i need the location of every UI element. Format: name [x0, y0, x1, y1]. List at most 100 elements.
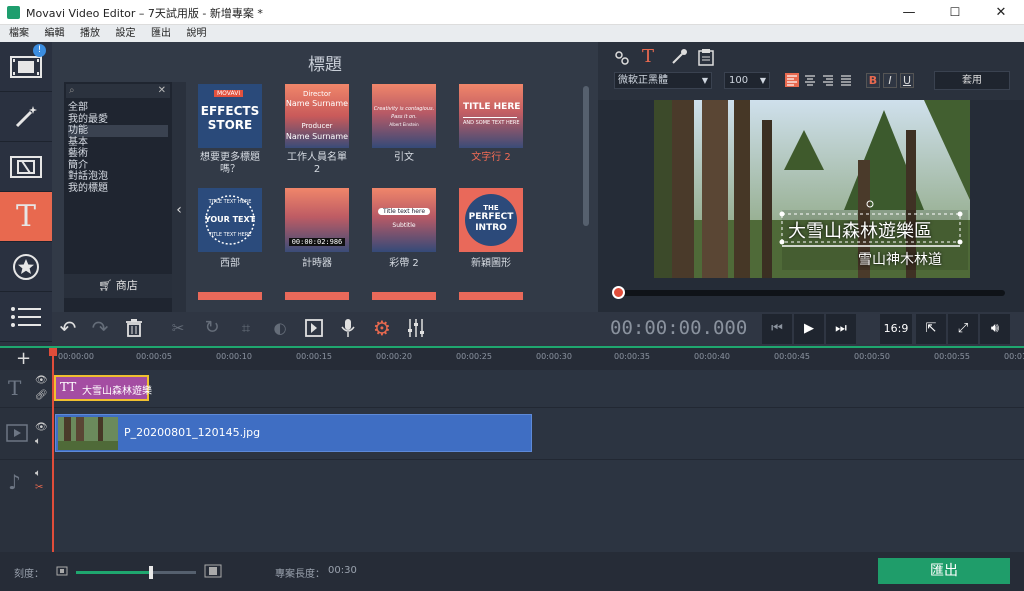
- title-thumb-credits[interactable]: Director Name Surname Producer Name Surn…: [285, 84, 349, 148]
- category-art[interactable]: 藝術: [68, 148, 168, 160]
- title-thumb-quote[interactable]: Creativity is contagious. Pass it on. Al…: [372, 84, 436, 148]
- maximize-button[interactable]: ☐: [932, 0, 978, 25]
- import-media-button[interactable]: !: [0, 42, 52, 92]
- title-thumb-row3-4[interactable]: [459, 292, 523, 300]
- title-clip[interactable]: TT 大雪山森林遊樂: [54, 375, 152, 401]
- seek-bar[interactable]: [616, 290, 1005, 296]
- stickers-button[interactable]: [0, 242, 52, 292]
- font-select[interactable]: 微軟正黑體 ▼: [614, 72, 712, 89]
- project-length-label: 專案長度：: [275, 569, 325, 580]
- preview-title-line2[interactable]: 雪山神木林道: [858, 249, 942, 269]
- video-track-header: 👁︎ 🔈︎: [0, 408, 52, 460]
- eye-icon[interactable]: 👁︎: [35, 422, 48, 433]
- aspect-ratio-button[interactable]: 16:9: [880, 314, 912, 344]
- playback-bar: 00:00:00.000 ⏮ ▶ ⏭ 16:9 ⇱ ⤢ 🔊︎: [598, 312, 1024, 346]
- play-button[interactable]: ▶: [794, 314, 824, 344]
- title-thumb-perfect-intro[interactable]: THE PERFECT INTRO: [459, 188, 523, 252]
- title-thumb-ribbon[interactable]: Title text here Subtitle: [372, 188, 436, 252]
- category-speech-bubbles[interactable]: 對話泡泡: [68, 171, 168, 183]
- cart-icon: 🛒︎: [98, 279, 116, 292]
- next-frame-button[interactable]: ⏭: [826, 314, 856, 344]
- unlink-icon[interactable]: ✂︎: [35, 482, 43, 493]
- speaker-icon[interactable]: 🔈︎: [35, 468, 41, 479]
- video-track-icon: [6, 424, 28, 442]
- link-icon[interactable]: 🔗︎: [35, 390, 48, 401]
- filters-button[interactable]: [0, 92, 52, 142]
- title-clip-icon: TT: [60, 380, 77, 394]
- menu-file[interactable]: 檔案: [9, 25, 29, 42]
- color-adjust-icon[interactable]: ◐: [266, 314, 294, 342]
- speaker-icon[interactable]: 🔈︎: [35, 436, 41, 447]
- bold-button[interactable]: B: [866, 73, 880, 88]
- more-tools-button[interactable]: [0, 292, 52, 342]
- timeline-ruler[interactable]: + 00:00:00 00:00:05 00:00:10 00:00:15 00…: [0, 346, 1024, 370]
- title-thumb-text-line[interactable]: TITLE HERE AND SOME TEXT HERE: [459, 84, 523, 148]
- zoom-in-icon[interactable]: [204, 564, 222, 578]
- clip-properties-icon[interactable]: [614, 50, 630, 66]
- category-all[interactable]: 全部: [68, 102, 168, 114]
- category-intro[interactable]: 簡介: [68, 160, 168, 172]
- tick-label: 00:00:15: [296, 352, 332, 361]
- collapse-panel-button[interactable]: ‹: [172, 82, 186, 338]
- transition-wizard-icon[interactable]: [300, 314, 328, 342]
- category-features[interactable]: 功能: [68, 125, 168, 137]
- equalizer-icon[interactable]: [402, 314, 430, 342]
- title-thumb-row3-1[interactable]: [198, 292, 262, 300]
- video-clip[interactable]: P_20200801_120145.jpg: [55, 414, 532, 452]
- underline-button[interactable]: U: [900, 73, 914, 88]
- category-my-titles[interactable]: 我的標題: [68, 183, 168, 195]
- clipboard-icon[interactable]: [698, 48, 714, 66]
- text-track-icon: T: [8, 376, 22, 400]
- italic-button[interactable]: I: [883, 73, 897, 88]
- title-thumb-timer[interactable]: 00:00:02:986: [285, 188, 349, 252]
- settings-gear-icon[interactable]: ⚙: [368, 314, 396, 342]
- minimize-button[interactable]: —: [886, 0, 932, 25]
- panel-scrollbar[interactable]: [583, 86, 589, 226]
- close-button[interactable]: ✕: [978, 0, 1024, 25]
- apply-button[interactable]: 套用: [934, 71, 1010, 90]
- font-size-select[interactable]: 100 ▼: [724, 72, 770, 89]
- playhead-handle[interactable]: [49, 348, 57, 356]
- rotate-icon[interactable]: ↻: [198, 314, 226, 342]
- crop-icon[interactable]: ⌗: [232, 314, 260, 342]
- microphone-icon[interactable]: [334, 314, 362, 342]
- previous-frame-button[interactable]: ⏮: [762, 314, 792, 344]
- menu-export[interactable]: 匯出: [151, 25, 171, 42]
- category-search-input[interactable]: ⌕ ✕: [66, 84, 170, 98]
- video-preview[interactable]: 大雪山森林遊樂區 雪山神木林道: [654, 100, 970, 278]
- cut-icon[interactable]: ✂: [164, 314, 192, 342]
- menu-settings[interactable]: 設定: [116, 25, 136, 42]
- undo-button[interactable]: ↶: [54, 314, 82, 342]
- seek-handle[interactable]: [612, 286, 625, 299]
- color-picker-icon[interactable]: [670, 48, 688, 66]
- title-clip-label: 大雪山森林遊樂: [82, 386, 152, 397]
- fullscreen-icon[interactable]: ⤢: [948, 314, 978, 344]
- category-basic[interactable]: 基本: [68, 137, 168, 149]
- playhead[interactable]: [52, 350, 54, 552]
- export-button[interactable]: 匯出: [878, 558, 1010, 584]
- delete-button[interactable]: [120, 314, 148, 342]
- transitions-button[interactable]: [0, 142, 52, 192]
- clear-search-icon[interactable]: ✕: [158, 84, 166, 98]
- scale-label: 刻度：: [14, 569, 44, 580]
- text-properties-icon[interactable]: T: [642, 46, 654, 67]
- category-favorites[interactable]: 我的最愛: [68, 114, 168, 126]
- shop-button[interactable]: 🛒︎ 商店: [64, 274, 172, 298]
- title-thumb-row3-3[interactable]: [372, 292, 436, 300]
- menu-help[interactable]: 說明: [187, 25, 207, 42]
- menu-playback[interactable]: 播放: [80, 25, 100, 42]
- titles-button[interactable]: T: [0, 192, 52, 242]
- menu-edit[interactable]: 編輯: [45, 25, 65, 42]
- redo-button[interactable]: ↷: [86, 314, 114, 342]
- volume-icon[interactable]: 🔊︎: [980, 314, 1010, 344]
- eye-icon[interactable]: 👁︎: [35, 375, 48, 386]
- add-track-icon[interactable]: +: [16, 348, 31, 369]
- title-thumb-row3-2[interactable]: [285, 292, 349, 300]
- zoom-slider-handle[interactable]: [149, 566, 153, 579]
- star-icon: [13, 253, 39, 280]
- title-thumb-western[interactable]: TITLE TEXT HERE YOUR TEXT TITLE TEXT HER…: [198, 188, 262, 252]
- preview-title-line1[interactable]: 大雪山森林遊樂區: [788, 217, 932, 243]
- title-thumb-effects-store[interactable]: MOVAVI EFFECTS STORE: [198, 84, 262, 148]
- zoom-out-icon[interactable]: [56, 566, 68, 576]
- detach-preview-icon[interactable]: ⇱: [916, 314, 946, 344]
